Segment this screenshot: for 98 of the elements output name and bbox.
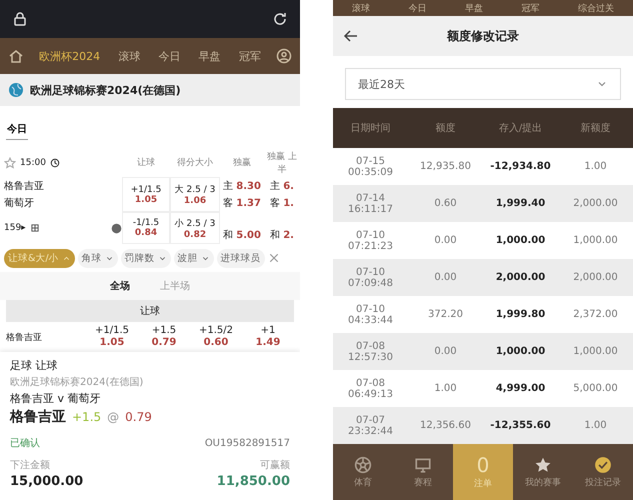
ticket-number: OU19582891517 xyxy=(204,438,290,449)
table-cell-text: 5,000.00 xyxy=(572,383,619,394)
date-cell-text: 07-10 04:33:44 xyxy=(347,304,394,326)
nav-tab[interactable]: 滚球 xyxy=(352,2,370,14)
odds-cell[interactable]: 主 6. xyxy=(264,179,300,194)
nav-tab[interactable]: 滚球 xyxy=(115,46,144,66)
odds-cell[interactable]: 和 5.00 xyxy=(220,228,264,242)
pick-line: +1.5 xyxy=(72,410,102,424)
odds-cell[interactable]: +1/1.5 1.05 xyxy=(86,325,138,349)
table-cell-text: 1,999.40 xyxy=(494,198,546,209)
date-range-dropdown[interactable]: 最近28天 xyxy=(345,68,621,100)
bet-status: 已确认 xyxy=(10,437,40,450)
fixture: 格鲁吉亚 v 葡萄牙 xyxy=(10,391,102,406)
table-cell-text: 372.20 xyxy=(427,309,464,320)
nav-tab[interactable]: 综合过关 xyxy=(578,2,614,14)
table-cell-text: 12,935.80 xyxy=(419,161,472,172)
table-cell-text: -12,355.60 xyxy=(489,420,552,431)
table-cell-text: 1.00 xyxy=(583,420,608,431)
column-header: 独赢 上半 xyxy=(266,150,298,176)
column-header: 存入/提出 xyxy=(498,122,544,135)
nav-tab[interactable]: 今日 xyxy=(155,46,184,66)
filter-chip[interactable]: 进球球员 xyxy=(216,248,265,268)
stake-label: 下注金额 xyxy=(10,458,50,472)
date-cell-text: 07-15 00:35:09 xyxy=(347,156,394,178)
date-cell-text: 07-07 23:32:44 xyxy=(347,414,394,436)
more-markets-link[interactable]: 159▸ xyxy=(4,223,26,234)
odds-cell[interactable]: +1.5/2 0.60 xyxy=(190,325,242,349)
odds-cell[interactable]: -1/1.5 0.84 xyxy=(122,212,170,244)
table-cell-text: 1,999.80 xyxy=(494,309,546,320)
table-cell-text: 1.00 xyxy=(583,161,608,172)
tab-bar-item[interactable]: 赛程 xyxy=(393,444,453,500)
league-title: 欧洲足球锦标赛2024(在德国) xyxy=(30,82,181,98)
date-cell-text: 07-08 06:49:13 xyxy=(347,378,394,400)
table-cell-text: 1,000.00 xyxy=(572,346,619,357)
column-header: 日期时间 xyxy=(350,122,392,135)
league-name: 欧洲足球锦标赛2024(在德国) xyxy=(10,376,144,389)
nav-tab[interactable]: 冠军 xyxy=(236,46,264,66)
nav-tab[interactable]: 早盘 xyxy=(464,2,483,14)
market-header: 让球 xyxy=(6,300,294,322)
table-cell-text: 0.60 xyxy=(433,198,458,209)
odds-cell[interactable]: 小 2.5 / 3 0.82 xyxy=(170,212,220,244)
nav-tab[interactable]: 早盘 xyxy=(196,46,224,66)
odds-cell[interactable]: 主 8.30 xyxy=(220,179,264,194)
table-cell-text: 2,000.00 xyxy=(494,272,546,283)
odds-cell[interactable]: +1 1.49 xyxy=(242,325,294,349)
filter-chip[interactable]: 波胆 xyxy=(174,248,214,268)
odds-cell[interactable]: +1.5 0.79 xyxy=(138,325,190,349)
day-tab[interactable]: 今日 xyxy=(6,119,28,140)
table-cell-text: 0.00 xyxy=(433,346,458,357)
odds-cell[interactable]: 客 1.37 xyxy=(220,196,264,210)
column-header: 独赢 xyxy=(232,156,252,170)
page-title: 额度修改记录 xyxy=(446,28,520,44)
bet-type: 足球 让球 xyxy=(10,358,58,373)
win-amount: 11,850.00 xyxy=(216,474,290,489)
date-cell-text: 07-10 07:09:48 xyxy=(347,266,394,288)
pick-team: 格鲁吉亚 xyxy=(10,408,66,426)
filter-chip[interactable]: 角球 xyxy=(78,248,118,268)
table-cell-text: 0.00 xyxy=(433,235,458,246)
table-cell-text: 2,000.00 xyxy=(572,272,619,283)
column-header: 新额度 xyxy=(580,122,612,135)
nav-tab[interactable]: 今日 xyxy=(408,2,427,14)
table-cell-text: 4,999.00 xyxy=(494,383,546,394)
odds-cell[interactable]: 和 2. xyxy=(264,228,300,242)
table-cell-text: 1,000.00 xyxy=(494,346,546,357)
match-time: 15:00 xyxy=(20,158,46,168)
team-name: 格鲁吉亚 xyxy=(6,332,43,344)
tab-bar-item[interactable]: 我的赛事 xyxy=(513,444,573,500)
bet-count: 0 xyxy=(476,454,490,474)
table-cell-text: -12,934.80 xyxy=(489,161,552,172)
period-tab[interactable]: 全场 xyxy=(104,278,136,294)
column-header: 让球 xyxy=(136,156,156,170)
table-cell-text: 2,372.00 xyxy=(572,309,619,320)
column-header: 得分大小 xyxy=(176,156,214,170)
period-tab[interactable]: 上半场 xyxy=(154,278,196,294)
table-cell-text: 1.00 xyxy=(433,383,458,394)
date-cell-text: 07-10 07:21:23 xyxy=(347,230,394,252)
pick-odds: 0.79 xyxy=(125,410,152,424)
table-cell-text: 12,356.60 xyxy=(419,420,472,431)
odds-cell[interactable]: 大 2.5 / 3 1.06 xyxy=(170,177,220,212)
nav-tab[interactable]: 冠军 xyxy=(521,2,540,14)
odds-cell[interactable]: 客 1. xyxy=(264,196,300,210)
table-cell-text: 0.00 xyxy=(433,272,458,283)
date-cell-text: 07-08 12:57:30 xyxy=(347,340,394,362)
odds-cell[interactable]: +1/1.5 1.05 xyxy=(122,177,170,212)
tab-bar-item[interactable]: 体育 xyxy=(333,444,393,500)
win-label: 可赢额 xyxy=(260,458,290,472)
team-name: 格鲁吉亚 xyxy=(4,180,45,194)
tab-bar-item[interactable]: 投注记录 xyxy=(573,444,633,500)
filter-chip[interactable]: 罚牌数 xyxy=(120,248,171,268)
table-cell-text: 1,000.00 xyxy=(572,235,619,246)
at-sign: @ xyxy=(107,410,120,424)
table-cell-text: 1,000.00 xyxy=(494,235,546,246)
team-name: 葡萄牙 xyxy=(4,196,35,212)
date-cell-text: 07-14 16:11:17 xyxy=(347,192,394,214)
nav-tab[interactable]: 欧洲杯2024 xyxy=(36,46,104,66)
stake-amount: 15,000.00 xyxy=(10,474,84,489)
column-header: 额度 xyxy=(434,122,456,135)
table-cell-text: 2,000.00 xyxy=(572,198,619,209)
